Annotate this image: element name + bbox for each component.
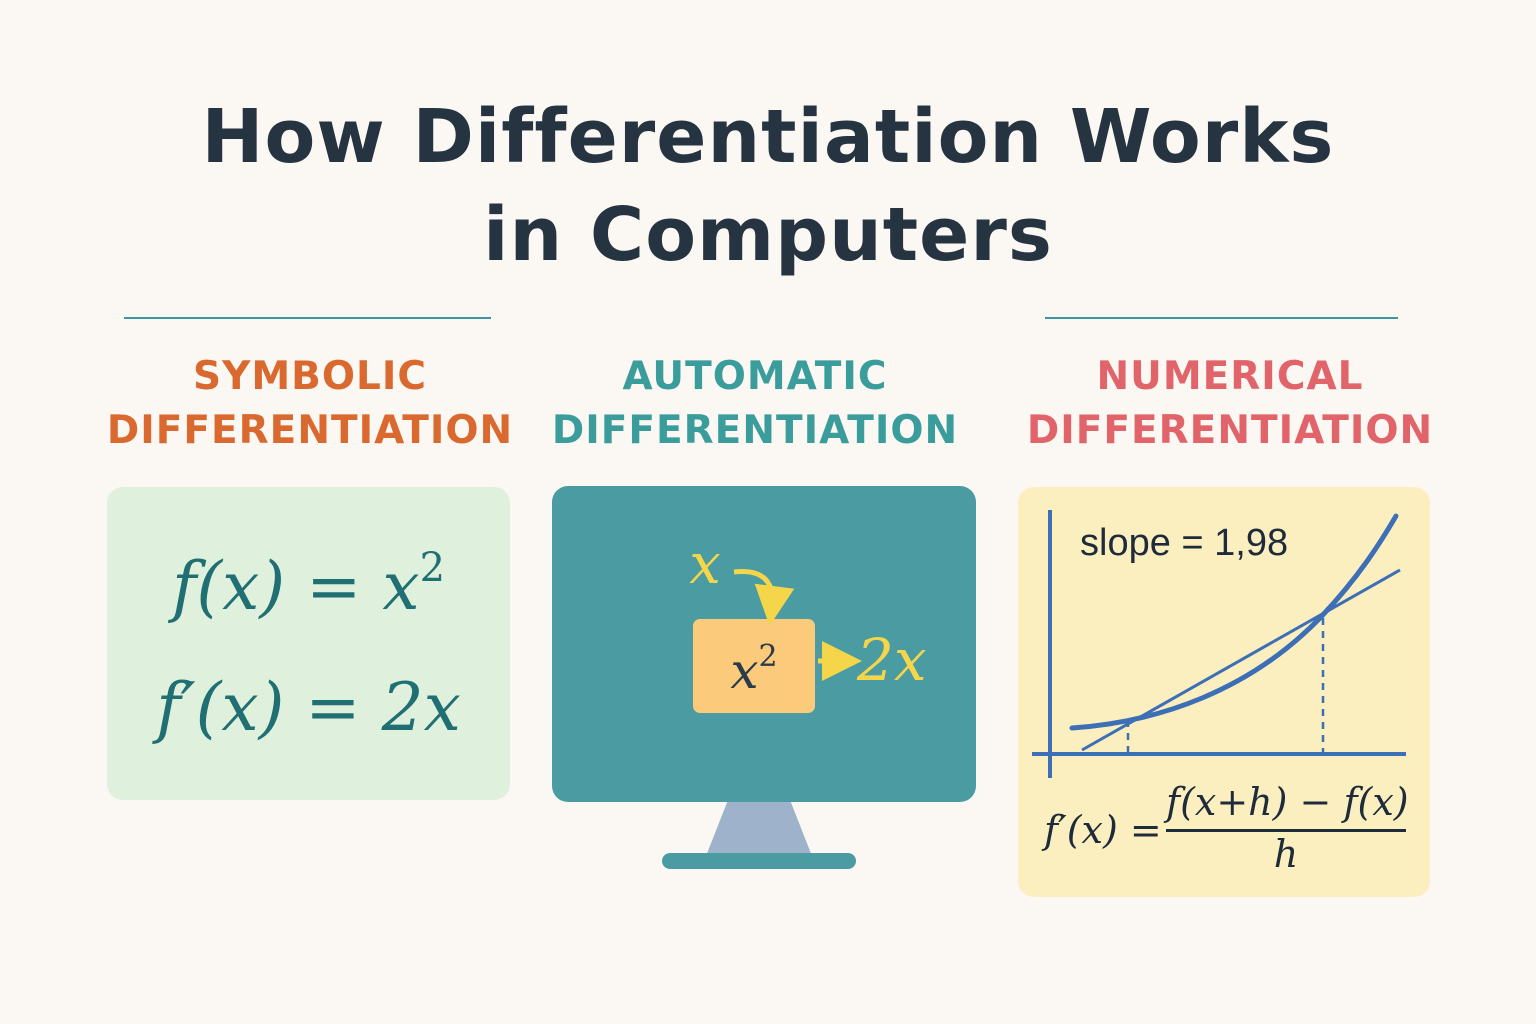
secant-line xyxy=(1081,568,1401,752)
slope-label: slope = 1,98 xyxy=(1080,522,1289,564)
formula-numerator: f(x+h) − f(x) xyxy=(1166,780,1409,824)
formula-lhs: f′(x) = xyxy=(1044,808,1162,852)
formula-denominator: h xyxy=(1273,832,1299,876)
